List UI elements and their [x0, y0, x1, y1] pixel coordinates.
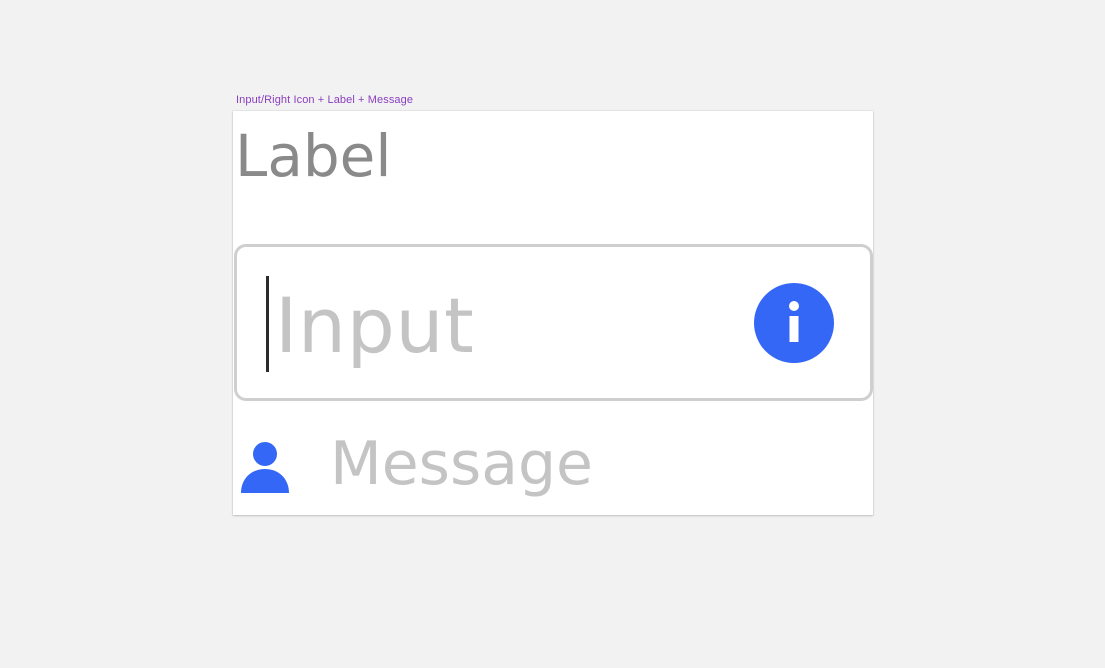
frame-caption: Input/Right Icon + Label + Message — [236, 94, 414, 106]
text-cursor — [266, 276, 269, 372]
text-input[interactable]: Input — [234, 244, 873, 401]
user-icon — [241, 441, 289, 493]
field-label: Label — [235, 122, 392, 190]
field-message: Message — [330, 429, 593, 499]
input-placeholder: Input — [275, 281, 475, 370]
info-icon[interactable] — [754, 283, 834, 363]
input-field-component: Label Input Message — [233, 111, 873, 515]
